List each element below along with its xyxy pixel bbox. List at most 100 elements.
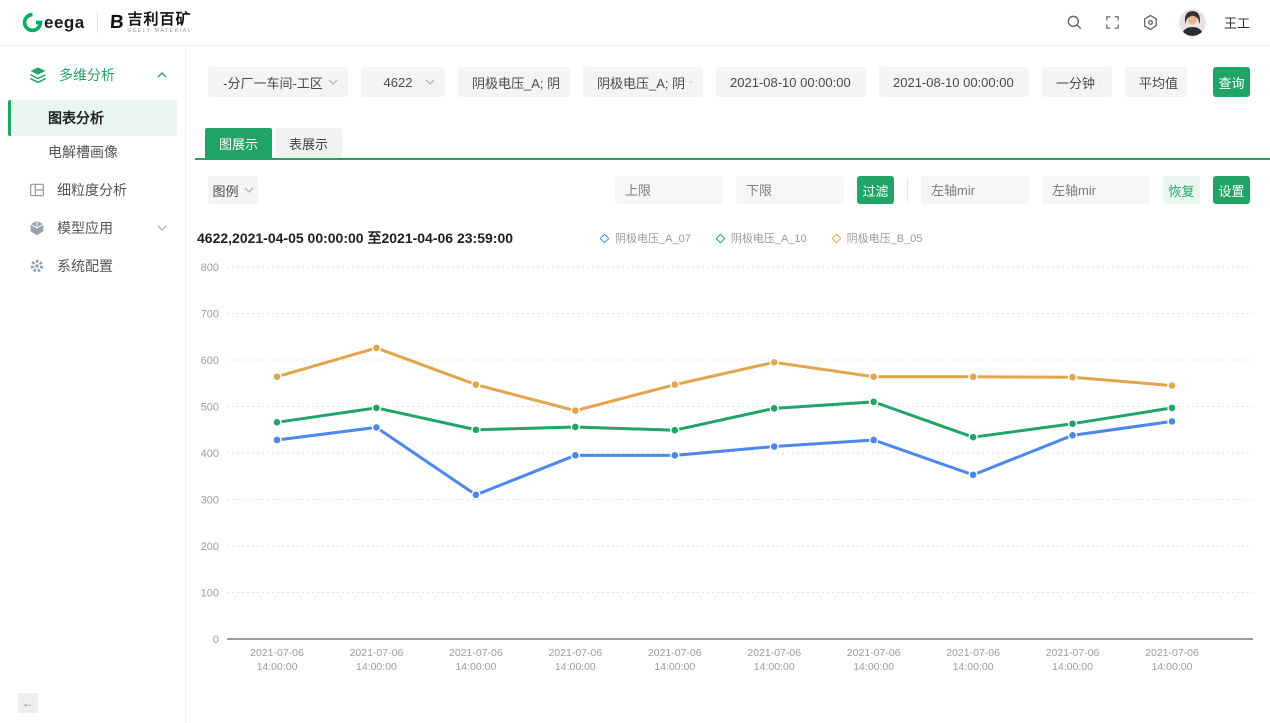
user-name[interactable]: 王工 — [1224, 13, 1250, 32]
x-axis-tick-date: 2021-07-06 — [350, 647, 404, 659]
tab-table-view[interactable]: 表展示 — [275, 128, 342, 158]
start-time-select[interactable]: 2021-08-10 00:00:00 — [716, 67, 866, 97]
fullscreen-icon[interactable] — [1103, 13, 1123, 33]
data-point[interactable] — [1168, 404, 1176, 412]
metric1-select-value: 阴极电压_A; 阴 — [468, 73, 564, 92]
partner-name: 吉利百矿 — [127, 12, 192, 27]
partner-mark-icon: B — [109, 12, 124, 34]
interval-select[interactable]: 一分钟 — [1042, 67, 1112, 97]
tab-chart-view[interactable]: 图展示 — [205, 128, 272, 158]
legend-select[interactable]: 图例 — [208, 176, 258, 204]
metric2-select[interactable]: 阴极电压_A; 阴 — [583, 67, 703, 97]
data-point[interactable] — [1069, 420, 1077, 428]
end-time-select[interactable]: 2021-08-10 00:00:00 — [879, 67, 1029, 97]
sidebar-item-system-config[interactable]: 系统配置 — [0, 247, 185, 285]
legend-label: 阴极电压_A_07 — [615, 230, 691, 246]
sidebar-item-multidim-analysis[interactable]: 多维分析 — [0, 56, 185, 94]
x-axis-tick-time: 14:00:00 — [356, 661, 397, 673]
chevron-down-icon — [1018, 79, 1019, 85]
aggregation-select[interactable]: 平均值 — [1125, 67, 1187, 97]
lower-limit-input[interactable] — [736, 176, 844, 204]
data-point[interactable] — [671, 381, 679, 389]
data-point[interactable] — [571, 407, 579, 415]
chevron-down-icon — [244, 187, 254, 193]
cube-icon — [28, 219, 46, 237]
legend-marker — [715, 233, 725, 243]
settings-button[interactable]: 设置 — [1213, 176, 1250, 204]
data-point[interactable] — [571, 451, 579, 459]
restore-button[interactable]: 恢复 — [1163, 176, 1200, 204]
data-point[interactable] — [870, 373, 878, 381]
x-axis-tick-time: 14:00:00 — [555, 661, 596, 673]
x-axis-tick-time: 14:00:00 — [455, 661, 496, 673]
sidebar-item-label: 图表分析 — [48, 108, 104, 128]
sidebar-item-chart-analysis[interactable]: 图表分析 — [8, 100, 177, 136]
brand-text: eega — [44, 13, 85, 33]
region-select[interactable]: -分厂一车间-工区 — [208, 67, 348, 97]
legend-item-阴极电压_A_07[interactable]: 阴极电压_A_07 — [601, 230, 691, 246]
x-axis-tick-date: 2021-07-06 — [747, 647, 801, 659]
data-point[interactable] — [571, 423, 579, 431]
y-axis-tick: 400 — [201, 448, 219, 460]
metric2-select-value: 阴极电压_A; 阴 — [593, 73, 689, 92]
data-point[interactable] — [770, 404, 778, 412]
cell-select[interactable]: 4622 — [361, 67, 445, 97]
sidebar: 多维分析 图表分析 电解槽画像 细粒度分析 — [0, 46, 186, 723]
logo: eega B 吉利百矿 GEELY MATERIAL — [22, 12, 192, 34]
legend-item-阴极电压_B_05[interactable]: 阴极电压_B_05 — [833, 230, 923, 246]
view-tabs: 图展示 表展示 — [195, 128, 1270, 160]
x-axis-tick-time: 14:00:00 — [754, 661, 795, 673]
y-axis-tick: 0 — [213, 634, 219, 646]
filter-button[interactable]: 过滤 — [857, 176, 894, 204]
data-point[interactable] — [770, 442, 778, 450]
data-point[interactable] — [472, 381, 480, 389]
y-axis-tick: 600 — [201, 355, 219, 367]
data-point[interactable] — [273, 418, 281, 426]
data-point[interactable] — [870, 398, 878, 406]
settings-icon[interactable] — [1141, 13, 1161, 33]
sidebar-item-cell-profile[interactable]: 电解槽画像 — [0, 136, 185, 168]
data-point[interactable] — [273, 373, 281, 381]
x-axis-tick-date: 2021-07-06 — [946, 647, 1000, 659]
data-point[interactable] — [870, 436, 878, 444]
data-point[interactable] — [671, 451, 679, 459]
chevron-down-icon — [1099, 79, 1102, 85]
upper-limit-input[interactable] — [615, 176, 723, 204]
left-axis-max-input[interactable] — [1042, 176, 1150, 204]
x-axis-tick-date: 2021-07-06 — [250, 647, 304, 659]
chevron-down-icon — [689, 79, 693, 85]
data-point[interactable] — [671, 426, 679, 434]
data-point[interactable] — [472, 491, 480, 499]
data-point[interactable] — [1069, 373, 1077, 381]
end-time-value: 2021-08-10 00:00:00 — [889, 75, 1018, 90]
chevron-down-icon — [855, 79, 856, 85]
query-button[interactable]: 查询 — [1213, 67, 1250, 97]
data-point[interactable] — [372, 423, 380, 431]
series-line-阴极电压_A_10 — [277, 402, 1172, 437]
search-icon[interactable] — [1065, 13, 1085, 33]
data-point[interactable] — [770, 358, 778, 366]
sidebar-item-granularity-analysis[interactable]: 细粒度分析 — [0, 171, 185, 209]
data-point[interactable] — [969, 373, 977, 381]
chart-legend: 阴极电压_A_07 阴极电压_A_10 阴极电压_B_05 — [601, 230, 922, 246]
y-axis-tick: 200 — [201, 541, 219, 553]
legend-item-阴极电压_A_10[interactable]: 阴极电压_A_10 — [717, 230, 807, 246]
data-point[interactable] — [372, 344, 380, 352]
data-point[interactable] — [372, 404, 380, 412]
sidebar-item-model-application[interactable]: 模型应用 — [0, 209, 185, 247]
grid-icon — [28, 181, 46, 199]
x-axis-tick-time: 14:00:00 — [1152, 661, 1193, 673]
data-point[interactable] — [1168, 417, 1176, 425]
data-point[interactable] — [1168, 382, 1176, 390]
data-point[interactable] — [472, 426, 480, 434]
data-point[interactable] — [1069, 431, 1077, 439]
metric1-select[interactable]: 阴极电压_A; 阴 — [458, 67, 570, 97]
chart-title: 4622,2021-04-05 00:00:00 至2021-04-06 23:… — [197, 228, 513, 248]
data-point[interactable] — [969, 471, 977, 479]
x-axis-tick-time: 14:00:00 — [853, 661, 894, 673]
data-point[interactable] — [969, 433, 977, 441]
sidebar-collapse-button[interactable]: ← — [18, 693, 38, 713]
left-axis-min-input[interactable] — [921, 176, 1029, 204]
avatar[interactable] — [1179, 9, 1206, 36]
data-point[interactable] — [273, 436, 281, 444]
